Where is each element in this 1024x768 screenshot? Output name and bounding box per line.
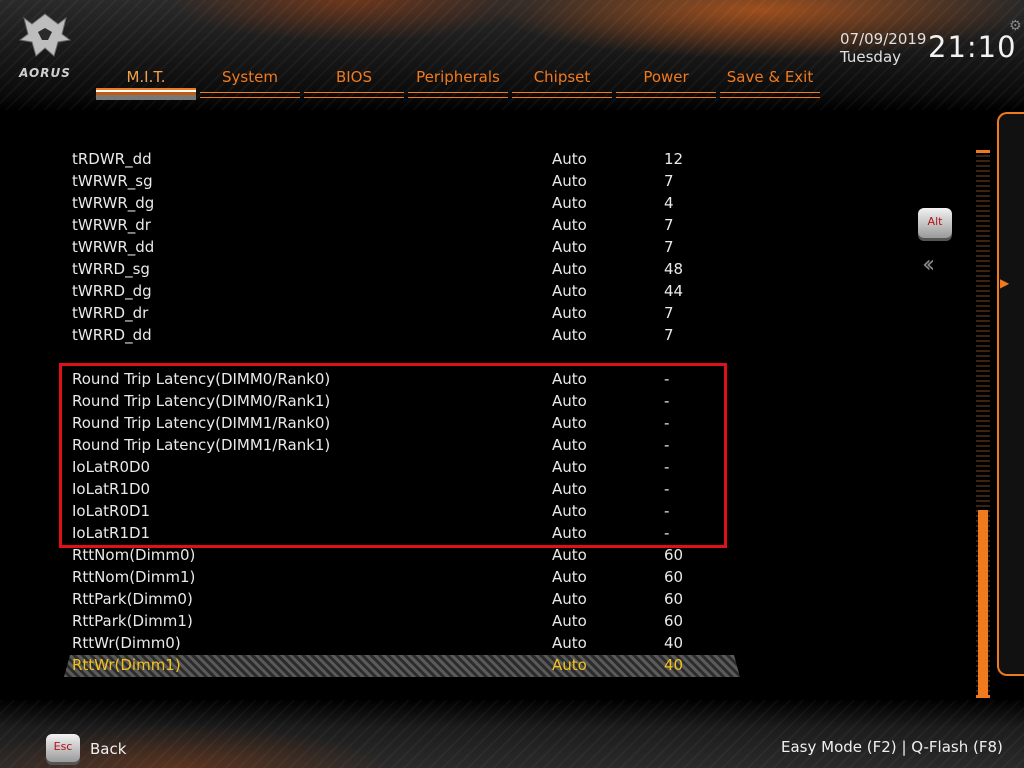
setting-row[interactable]: RttPark(Dimm1) Auto 60 (64, 610, 740, 632)
triangle-right-icon: ▶ (1000, 276, 1010, 290)
tab-save-exit[interactable]: Save & Exit (720, 66, 820, 100)
setting-value: 12 (664, 150, 684, 168)
esc-key-icon[interactable]: Esc (46, 734, 80, 762)
date-display: 07/09/2019 Tuesday (840, 30, 926, 66)
setting-name: tWRRD_sg (72, 260, 150, 278)
setting-row-selected[interactable]: RttWr(Dimm1) Auto 40 (64, 654, 740, 677)
setting-mode: Auto (552, 216, 587, 234)
setting-mode: Auto (552, 194, 587, 212)
gear-icon[interactable]: ⚙ (1009, 18, 1022, 34)
easy-mode-button[interactable]: Easy Mode (F2) (781, 738, 897, 756)
setting-value: 7 (664, 326, 674, 344)
highlight-box (59, 363, 727, 548)
setting-value: 4 (664, 194, 674, 212)
double-chevron-left-icon[interactable]: ‹‹ (922, 250, 935, 278)
setting-name: RttPark(Dimm0) (72, 590, 193, 608)
setting-mode: Auto (552, 172, 587, 190)
setting-name: RttWr(Dimm0) (72, 634, 181, 652)
setting-name: tRDWR_dd (72, 150, 152, 168)
setting-name: tWRRD_dg (72, 282, 152, 300)
setting-mode: Auto (552, 634, 587, 652)
setting-value: 60 (664, 568, 684, 586)
setting-mode: Auto (552, 304, 587, 322)
setting-name: tWRWR_dr (72, 216, 151, 234)
setting-name: tWRRD_dd (72, 326, 152, 344)
setting-name: tWRWR_sg (72, 172, 153, 190)
setting-name: tWRWR_dd (72, 238, 155, 256)
setting-value: 7 (664, 304, 674, 322)
setting-value: 7 (664, 172, 674, 190)
scrollbar-bottom-cap (976, 695, 990, 698)
tab-peripherals[interactable]: Peripherals (408, 66, 508, 100)
header-bar: AORUS M.I.T. System BIOS Peripherals Chi… (0, 0, 1024, 110)
setting-mode: Auto (552, 656, 587, 674)
setting-row[interactable]: RttWr(Dimm0) Auto 40 (64, 632, 740, 654)
setting-value: 40 (664, 656, 684, 674)
setting-mode: Auto (552, 150, 587, 168)
setting-name: RttNom(Dimm1) (72, 568, 196, 586)
setting-row[interactable]: tWRRD_sg Auto 48 (64, 258, 740, 280)
setting-mode: Auto (552, 612, 587, 630)
day-text: Tuesday (840, 48, 902, 66)
tab-system[interactable]: System (200, 66, 300, 100)
footer-bar (0, 700, 1024, 768)
setting-row[interactable]: tWRWR_dg Auto 4 (64, 192, 740, 214)
setting-name: tWRRD_dr (72, 304, 149, 322)
tab-bios[interactable]: BIOS (304, 66, 404, 100)
alt-key-icon[interactable]: Alt (918, 208, 952, 238)
setting-value: 7 (664, 216, 674, 234)
setting-value: 60 (664, 612, 684, 630)
setting-row[interactable]: tWRWR_dr Auto 7 (64, 214, 740, 236)
aorus-logo-text: AORUS (19, 66, 71, 80)
tab-mit[interactable]: M.I.T. (96, 66, 196, 100)
footer-separator: | (901, 738, 907, 756)
setting-row[interactable]: tWRWR_dd Auto 7 (64, 236, 740, 258)
setting-value: 40 (664, 634, 684, 652)
date-text: 07/09/2019 (840, 30, 927, 48)
setting-mode: Auto (552, 282, 587, 300)
back-button[interactable]: Back (90, 740, 126, 758)
setting-name: RttPark(Dimm1) (72, 612, 193, 630)
setting-value: 60 (664, 590, 684, 608)
setting-value: 7 (664, 238, 674, 256)
setting-row[interactable]: tWRRD_dg Auto 44 (64, 280, 740, 302)
setting-row[interactable]: tWRRD_dr Auto 7 (64, 302, 740, 324)
scrollbar-top-cap (976, 150, 990, 153)
setting-mode: Auto (552, 590, 587, 608)
setting-row[interactable]: RttPark(Dimm0) Auto 60 (64, 588, 740, 610)
setting-mode: Auto (552, 238, 587, 256)
setting-mode: Auto (552, 568, 587, 586)
setting-name: RttWr(Dimm1) (72, 656, 181, 674)
setting-row[interactable]: RttNom(Dimm1) Auto 60 (64, 566, 740, 588)
setting-mode: Auto (552, 326, 587, 344)
setting-value: 48 (664, 260, 684, 278)
qflash-button[interactable]: Q-Flash (F8) (911, 738, 1003, 756)
setting-row[interactable]: tRDWR_dd Auto 12 (64, 148, 740, 170)
scrollbar-thumb[interactable] (978, 510, 988, 696)
setting-mode: Auto (552, 260, 587, 278)
clock-time: 21:10 (928, 30, 1017, 64)
tab-power[interactable]: Power (616, 66, 716, 100)
side-panel-tab[interactable] (997, 112, 1024, 676)
setting-row[interactable]: tWRRD_dd Auto 7 (64, 324, 740, 346)
setting-name: tWRWR_dg (72, 194, 155, 212)
setting-row[interactable]: tWRWR_sg Auto 7 (64, 170, 740, 192)
footer-shortcuts: Easy Mode (F2) | Q-Flash (F8) (781, 738, 1003, 756)
tab-chipset[interactable]: Chipset (512, 66, 612, 100)
setting-value: 44 (664, 282, 684, 300)
scrollbar[interactable] (976, 150, 990, 698)
